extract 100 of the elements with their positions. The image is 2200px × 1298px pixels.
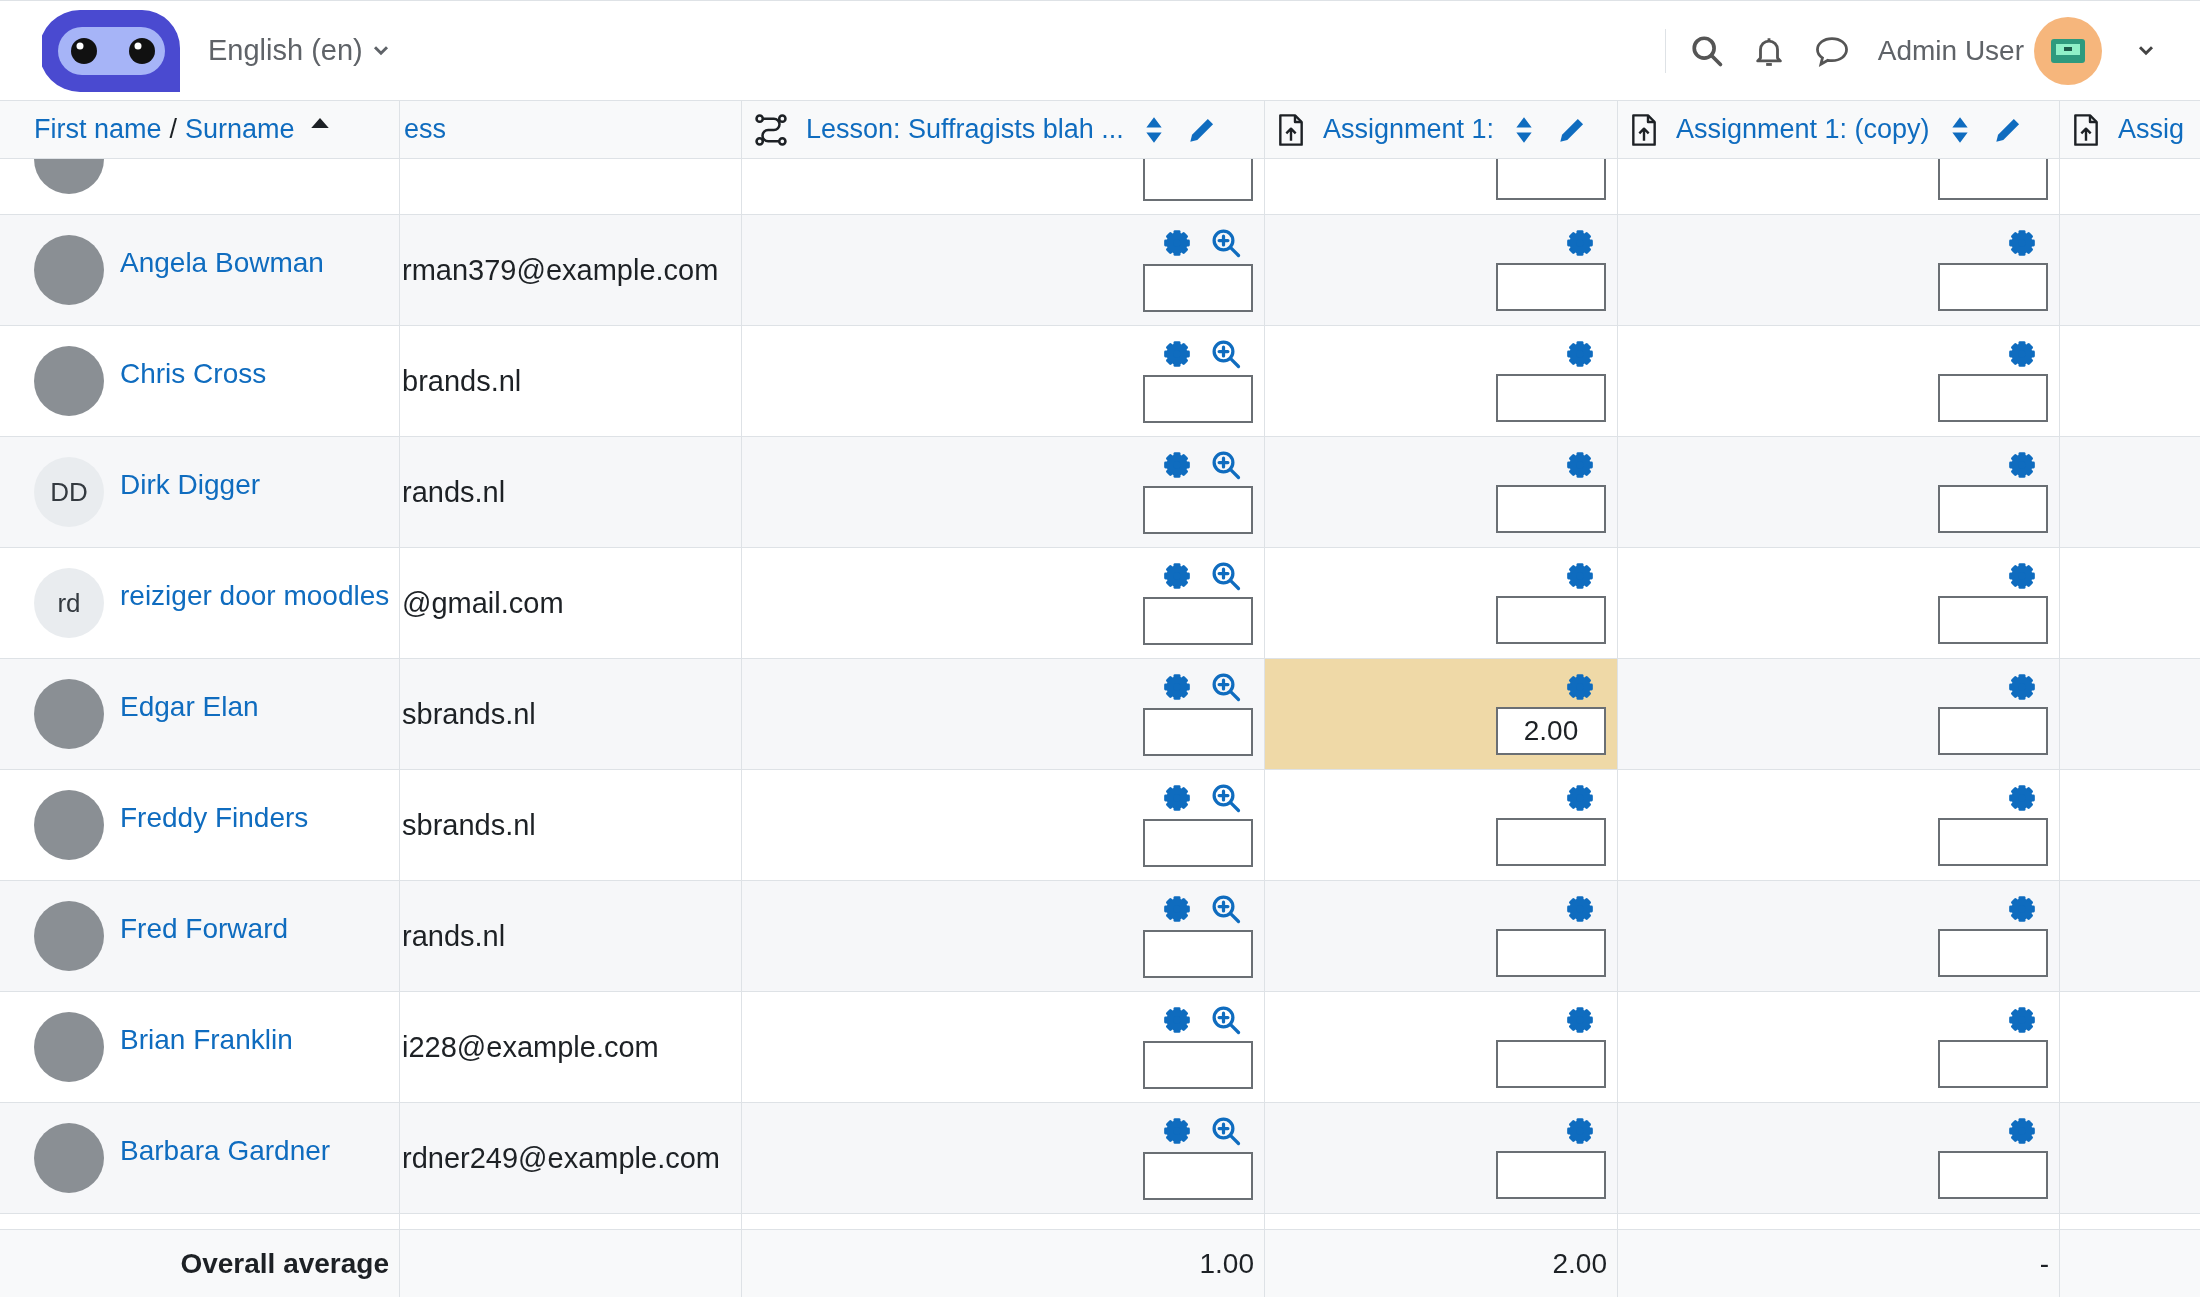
grade-input-field[interactable]	[1938, 1151, 2048, 1199]
grade-input-field[interactable]	[1143, 930, 1253, 978]
email-sort-link[interactable]: ess	[404, 114, 447, 145]
email-text: sbrands.nl	[402, 697, 536, 731]
grade-item-link[interactable]: Assignment 1:	[1323, 114, 1495, 145]
gear-icon[interactable]	[2008, 229, 2036, 257]
zoom-in-icon[interactable]	[1211, 228, 1241, 258]
student-name-link[interactable]: Freddy Finders	[120, 802, 309, 834]
first-name-sort-link[interactable]: First name	[34, 114, 162, 145]
grade-input-field[interactable]	[1938, 929, 2048, 977]
grade-input-field[interactable]	[1143, 159, 1253, 201]
grade-input-field[interactable]	[1938, 374, 2048, 422]
initials-avatar: DD	[34, 457, 104, 527]
student-name-link[interactable]: reiziger door moodles	[120, 580, 390, 612]
email-text: @gmail.com	[402, 586, 564, 620]
student-name-link[interactable]: Chris Cross	[120, 358, 267, 390]
grade-item-link[interactable]: Assignment 1: (copy)	[1676, 114, 1930, 145]
email-text: brands.nl	[402, 364, 522, 398]
gear-icon[interactable]	[1566, 1117, 1594, 1145]
grade-input-field[interactable]	[1143, 264, 1253, 312]
email-text: sbrands.nl	[402, 808, 536, 842]
path-icon	[754, 112, 788, 147]
grade-input-field[interactable]	[1496, 596, 1606, 644]
grade-input-field[interactable]	[1496, 263, 1606, 311]
header-separator: /	[169, 114, 178, 145]
gear-icon[interactable]	[1163, 451, 1191, 479]
grade-input-field[interactable]	[1143, 597, 1253, 645]
sort-ascending-icon[interactable]	[310, 117, 329, 128]
student-name-link[interactable]: Dirk Digger	[120, 469, 261, 501]
gear-icon[interactable]	[1163, 1117, 1191, 1145]
zoom-in-icon[interactable]	[1211, 1005, 1241, 1035]
gear-icon[interactable]	[2008, 895, 2036, 923]
grade-input-field[interactable]	[1938, 818, 2048, 866]
zoom-in-icon[interactable]	[1211, 783, 1241, 813]
gear-icon[interactable]	[2008, 1117, 2036, 1145]
gear-icon[interactable]	[1163, 784, 1191, 812]
gear-icon[interactable]	[1566, 340, 1594, 368]
grade-input-field[interactable]	[1496, 929, 1606, 977]
grade-input-field[interactable]	[1496, 159, 1606, 200]
grade-input-field[interactable]	[1143, 708, 1253, 756]
grade-input-field[interactable]: 2.00	[1496, 707, 1606, 755]
average-value: 1.00	[1199, 1247, 1254, 1280]
gear-icon[interactable]	[1163, 340, 1191, 368]
gear-icon[interactable]	[1566, 451, 1594, 479]
user-name[interactable]: Admin User	[1877, 34, 2024, 67]
chevron-down-icon[interactable]	[2138, 45, 2154, 56]
gear-icon[interactable]	[1163, 1006, 1191, 1034]
zoom-in-icon[interactable]	[1211, 894, 1241, 924]
grade-item-link[interactable]: Lesson: Suffragists blah ...	[806, 114, 1124, 145]
gear-icon[interactable]	[1163, 229, 1191, 257]
gear-icon[interactable]	[2008, 784, 2036, 812]
grade-item-link[interactable]: Assig	[2118, 114, 2185, 145]
grade-input-field[interactable]	[1938, 1040, 2048, 1088]
surname-sort-link[interactable]: Surname	[185, 114, 295, 145]
grade-input-field[interactable]	[1496, 374, 1606, 422]
grade-input-field[interactable]	[1938, 263, 2048, 311]
grade-input-field[interactable]	[1143, 375, 1253, 423]
language-menu[interactable]: English (en)	[208, 34, 389, 67]
student-name-link[interactable]: Barbara Gardner	[120, 1135, 331, 1167]
zoom-in-icon[interactable]	[1211, 450, 1241, 480]
grade-input-field[interactable]	[1938, 159, 2048, 200]
zoom-in-icon[interactable]	[1211, 561, 1241, 591]
grade-input-field[interactable]	[1496, 485, 1606, 533]
gear-icon[interactable]	[1163, 895, 1191, 923]
grade-input-field[interactable]	[1496, 1040, 1606, 1088]
grade-input-field[interactable]	[1143, 819, 1253, 867]
grade-input-field[interactable]	[1496, 818, 1606, 866]
grade-input-field[interactable]	[1938, 596, 2048, 644]
grade-input-field[interactable]	[1938, 485, 2048, 533]
student-name-link[interactable]: Fred Forward	[120, 913, 289, 945]
student-name-link[interactable]: Edgar Elan	[120, 691, 259, 723]
grade-input-field[interactable]	[1938, 707, 2048, 755]
grade-input-field[interactable]	[1143, 1041, 1253, 1089]
gear-icon[interactable]	[1566, 673, 1594, 701]
gear-icon[interactable]	[2008, 1006, 2036, 1034]
grade-input-field[interactable]	[1143, 1152, 1253, 1200]
email-text: rdner249@example.com	[402, 1141, 720, 1175]
gear-icon[interactable]	[1566, 229, 1594, 257]
user-avatar-icon[interactable]	[2034, 16, 2102, 85]
gear-icon[interactable]	[2008, 451, 2036, 479]
gear-icon[interactable]	[1566, 895, 1594, 923]
gear-icon[interactable]	[1566, 1006, 1594, 1034]
student-name-link[interactable]: Brian Franklin	[120, 1024, 293, 1056]
email-text: rands.nl	[402, 919, 506, 953]
gear-icon[interactable]	[2008, 562, 2036, 590]
gear-icon[interactable]	[2008, 673, 2036, 701]
zoom-in-icon[interactable]	[1211, 339, 1241, 369]
gear-icon[interactable]	[1163, 673, 1191, 701]
grade-input-field[interactable]	[1496, 1151, 1606, 1199]
zoom-in-icon[interactable]	[1211, 1116, 1241, 1146]
search-icon[interactable]	[1689, 33, 1724, 68]
zoom-in-icon[interactable]	[1211, 672, 1241, 702]
overall-average-label: Overall average	[180, 1247, 389, 1280]
robot-logo[interactable]	[42, 9, 180, 92]
gear-icon[interactable]	[2008, 340, 2036, 368]
grade-input-field[interactable]	[1143, 486, 1253, 534]
gear-icon[interactable]	[1163, 562, 1191, 590]
student-name-link[interactable]: Angela Bowman	[120, 247, 324, 279]
gear-icon[interactable]	[1566, 784, 1594, 812]
gear-icon[interactable]	[1566, 562, 1594, 590]
